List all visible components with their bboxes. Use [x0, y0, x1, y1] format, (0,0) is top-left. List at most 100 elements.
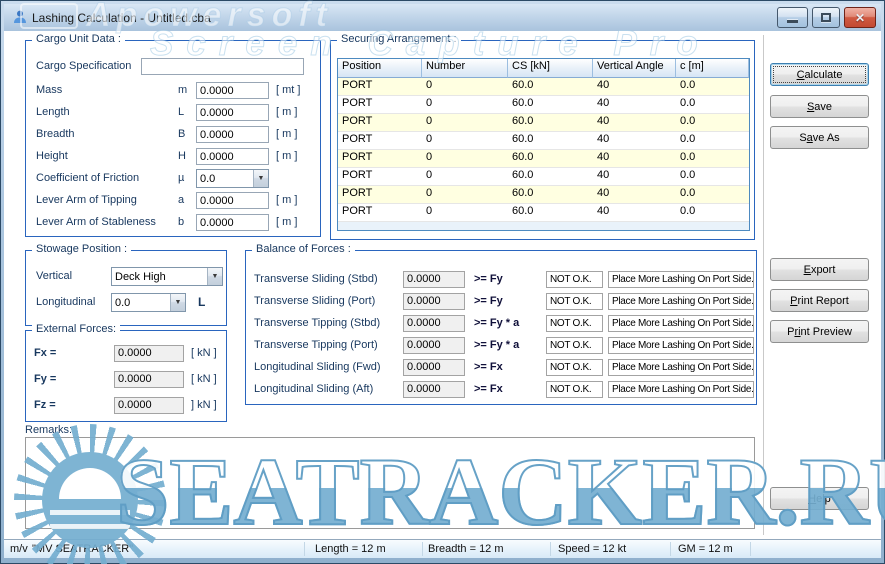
fy-value: 0.0000: [114, 371, 184, 388]
cell-cs[interactable]: 60.0: [508, 204, 593, 222]
lever-stableness-label: Lever Arm of Stableness: [36, 216, 156, 228]
vertical-position-select[interactable]: Deck High ▼: [111, 267, 223, 286]
balance-of-forces-group: Balance of Forces : Transverse Sliding (…: [245, 250, 757, 405]
status-badge: NOT O.K.: [546, 359, 603, 376]
column-header[interactable]: CS [kN]: [508, 59, 593, 78]
cell-number[interactable]: 0: [422, 78, 508, 96]
cell-position[interactable]: PORT: [338, 168, 422, 186]
cargo-specification-label: Cargo Specification: [36, 60, 131, 72]
securing-table: Position Number CS [kN] Vertical Angle c…: [337, 58, 750, 231]
balance-label: Longitudinal Sliding (Aft): [254, 383, 373, 395]
cell-c[interactable]: 0.0: [676, 186, 749, 204]
cell-c[interactable]: 0.0: [676, 204, 749, 222]
cell-cs[interactable]: 60.0: [508, 78, 593, 96]
print-report-button[interactable]: Print Report: [770, 289, 869, 312]
cell-position[interactable]: PORT: [338, 204, 422, 222]
remarks-textarea[interactable]: [25, 437, 755, 529]
cell-c[interactable]: 0.0: [676, 150, 749, 168]
cell-cs[interactable]: 60.0: [508, 114, 593, 132]
vertical-position-value: Deck High: [112, 271, 207, 283]
cell-angle[interactable]: 40: [593, 132, 676, 150]
breadth-input[interactable]: [196, 126, 269, 143]
lever-stableness-input[interactable]: [196, 214, 269, 231]
lever-tipping-unit: [ m ]: [276, 194, 297, 206]
cell-cs[interactable]: 60.0: [508, 96, 593, 114]
friction-value: 0.0: [197, 173, 253, 185]
cell-position[interactable]: PORT: [338, 78, 422, 96]
cell-cs[interactable]: 60.0: [508, 132, 593, 150]
cell-cs[interactable]: 60.0: [508, 168, 593, 186]
title-bar: Lashing Calculation - Untitled.cba ✕: [4, 4, 881, 31]
balance-value: 0.0000: [403, 271, 465, 288]
height-input[interactable]: [196, 148, 269, 165]
cell-position[interactable]: PORT: [338, 96, 422, 114]
length-input[interactable]: [196, 104, 269, 121]
fy-label: Fy =: [34, 373, 56, 385]
cell-number[interactable]: 0: [422, 204, 508, 222]
cell-position[interactable]: PORT: [338, 132, 422, 150]
cell-c[interactable]: 0.0: [676, 96, 749, 114]
cell-c[interactable]: 0.0: [676, 132, 749, 150]
calculate-button[interactable]: Calculate: [770, 63, 869, 86]
save-as-button[interactable]: Save As: [770, 126, 869, 149]
status-badge: NOT O.K.: [546, 337, 603, 354]
friction-select[interactable]: 0.0 ▼: [196, 169, 269, 188]
cell-position[interactable]: PORT: [338, 150, 422, 168]
cell-angle[interactable]: 40: [593, 78, 676, 96]
column-header[interactable]: Number: [422, 59, 508, 78]
cell-number[interactable]: 0: [422, 114, 508, 132]
status-separator: [750, 542, 751, 556]
column-header[interactable]: Vertical Angle: [593, 59, 676, 78]
lever-tipping-input[interactable]: [196, 192, 269, 209]
cell-number[interactable]: 0: [422, 186, 508, 204]
balance-operator: >= Fx: [474, 383, 503, 395]
maximize-icon: [821, 13, 831, 22]
cell-position[interactable]: PORT: [338, 114, 422, 132]
balance-label: Longitudinal Sliding (Fwd): [254, 361, 381, 373]
save-button[interactable]: Save: [770, 95, 869, 118]
cell-angle[interactable]: 40: [593, 150, 676, 168]
cell-position[interactable]: PORT: [338, 186, 422, 204]
cell-angle[interactable]: 40: [593, 204, 676, 222]
cell-cs[interactable]: 60.0: [508, 150, 593, 168]
lever-stableness-symbol: b: [178, 216, 184, 228]
advice-text: Place More Lashing On Port Side.: [608, 271, 754, 288]
maximize-button[interactable]: [812, 7, 840, 28]
cell-c[interactable]: 0.0: [676, 168, 749, 186]
height-unit: [ m ]: [276, 150, 297, 162]
cargo-unit-data-group: Cargo Unit Data : Cargo Specification Ma…: [25, 40, 321, 237]
balance-value: 0.0000: [403, 359, 465, 376]
export-button[interactable]: Export: [770, 258, 869, 281]
column-header[interactable]: Position: [338, 59, 422, 78]
cell-number[interactable]: 0: [422, 150, 508, 168]
column-header[interactable]: c [m]: [676, 59, 749, 78]
cell-angle[interactable]: 40: [593, 114, 676, 132]
cell-cs[interactable]: 60.0: [508, 186, 593, 204]
cargo-specification-input[interactable]: [141, 58, 304, 75]
balance-label: Transverse Sliding (Port): [254, 295, 375, 307]
cell-number[interactable]: 0: [422, 168, 508, 186]
status-separator: [550, 542, 551, 556]
close-button[interactable]: ✕: [844, 7, 876, 28]
cell-c[interactable]: 0.0: [676, 78, 749, 96]
advice-text: Place More Lashing On Port Side.: [608, 381, 754, 398]
cell-angle[interactable]: 40: [593, 168, 676, 186]
length-label: Length: [36, 106, 70, 118]
securing-arrangement-group: Securing Arrangement : Position Number C…: [330, 40, 755, 240]
balance-operator: >= Fx: [474, 361, 503, 373]
mass-input[interactable]: [196, 82, 269, 99]
breadth-label: Breadth: [36, 128, 75, 140]
minimize-button[interactable]: [777, 7, 808, 28]
cell-number[interactable]: 0: [422, 96, 508, 114]
cell-angle[interactable]: 40: [593, 96, 676, 114]
fz-value: 0.0000: [114, 397, 184, 414]
cell-number[interactable]: 0: [422, 132, 508, 150]
cell-c[interactable]: 0.0: [676, 114, 749, 132]
longitudinal-position-select[interactable]: 0.0 ▼: [111, 293, 186, 312]
cell-angle[interactable]: 40: [593, 186, 676, 204]
status-badge: NOT O.K.: [546, 293, 603, 310]
print-preview-button[interactable]: Print Preview: [770, 320, 869, 343]
status-separator: [304, 542, 305, 556]
height-label: Height: [36, 150, 68, 162]
help-button[interactable]: Help: [770, 487, 869, 510]
